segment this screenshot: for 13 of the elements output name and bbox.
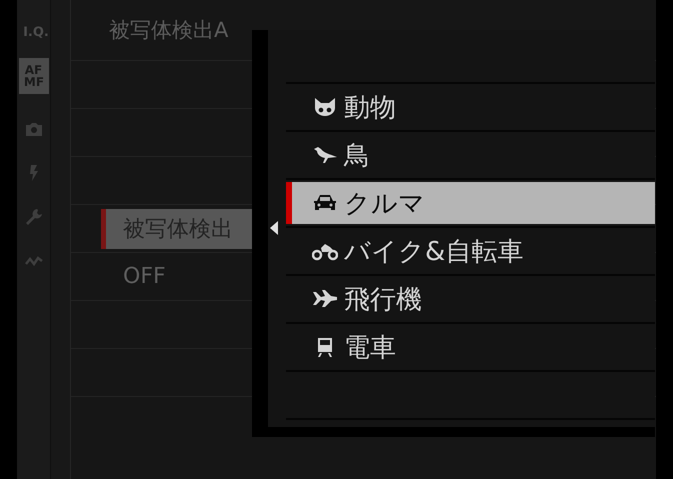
cat-icon	[312, 96, 338, 118]
option-item[interactable]: 電車	[286, 326, 655, 368]
option-item[interactable]: 鳥	[286, 134, 655, 176]
option-item[interactable]: クルマ	[286, 182, 655, 224]
airplane-icon	[312, 288, 338, 310]
camera-icon[interactable]	[24, 120, 42, 138]
pointer-icon	[270, 221, 278, 235]
option-item[interactable]: バイク&自転車	[286, 230, 655, 272]
option-item[interactable]: 飛行機	[286, 278, 655, 320]
wrench-icon[interactable]	[24, 208, 42, 226]
menu-title: 被写体検出A	[108, 17, 230, 44]
bird-icon	[312, 144, 338, 166]
option-item[interactable]: 動物	[286, 86, 655, 128]
